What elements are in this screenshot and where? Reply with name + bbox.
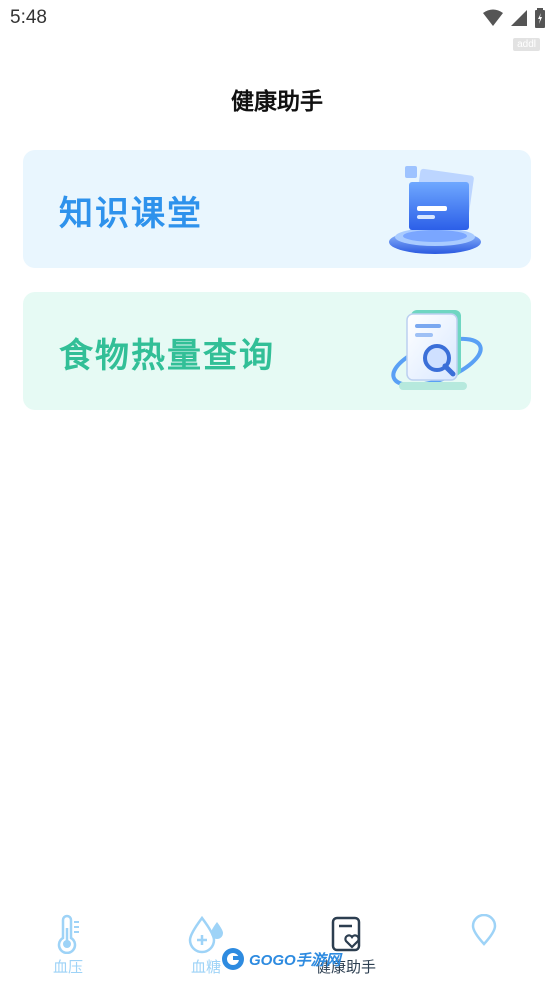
battery-icon — [535, 8, 545, 28]
thermometer-icon — [57, 914, 79, 954]
food-calorie-card[interactable]: 食物热量查询 — [23, 292, 531, 410]
knowledge-classroom-card[interactable]: 知识课堂 — [23, 150, 531, 268]
nav-item-blood-pressure[interactable]: 血压 — [18, 914, 118, 984]
status-bar: 5:48 addl — [0, 0, 554, 51]
status-tag: addl — [513, 38, 540, 51]
signal-icon — [511, 10, 527, 26]
watermark-text: GOGO手游网 — [249, 951, 341, 969]
document-search-illustration-icon — [391, 310, 483, 390]
location-pin-icon — [471, 914, 497, 946]
nav-label: 血压 — [52, 958, 83, 976]
wifi-icon — [483, 9, 503, 26]
status-icons — [482, 8, 546, 28]
page-title: 健康助手 — [231, 89, 323, 115]
card-label: 知识课堂 — [59, 194, 203, 234]
watermark: GOGO手游网 — [220, 946, 341, 972]
status-time: 5:48 — [10, 7, 47, 28]
nav-item-location[interactable] — [434, 914, 534, 984]
gogo-logo-icon — [222, 948, 244, 970]
card-label: 食物热量查询 — [59, 336, 275, 376]
bottom-nav: 血压 血糖 健康助手 — [0, 906, 554, 984]
documents-illustration-icon — [389, 166, 481, 254]
